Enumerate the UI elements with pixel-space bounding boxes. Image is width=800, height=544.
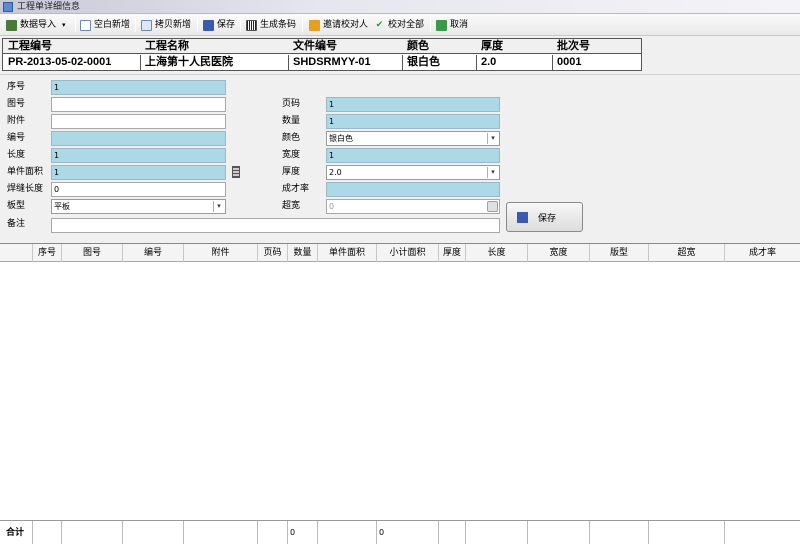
total-subtotal-area: 0	[377, 521, 439, 544]
header-project-name: 工程名称	[145, 40, 189, 52]
cancel-icon	[436, 19, 447, 31]
attachment-field[interactable]	[51, 114, 226, 129]
save-icon	[517, 211, 528, 223]
total-label: 合计	[0, 521, 33, 544]
weld-length-label: 焊缝长度	[7, 184, 44, 194]
unit-area-field[interactable]: 1	[51, 165, 226, 180]
code-label: 编号	[7, 133, 26, 143]
thickness-label: 厚度	[282, 167, 301, 177]
col-header-subtotal-area[interactable]: 小计面积	[377, 244, 439, 262]
width-field[interactable]: 1	[326, 148, 500, 163]
page-field[interactable]: 1	[326, 97, 500, 112]
thickness-select[interactable]: 2.0 ▾	[326, 165, 500, 180]
new-document-icon	[80, 19, 91, 31]
overwidth-dropdown-button[interactable]	[487, 201, 498, 212]
app-icon	[3, 2, 13, 12]
quantity-label: 数量	[282, 116, 301, 126]
grid-header: 序号 图号 编号 附件 页码 数量 单件面积 小计面积 厚度 长度 宽度 版型 …	[0, 244, 800, 262]
col-header-quantity[interactable]: 数量	[288, 244, 318, 262]
window-title: 工程单详细信息	[17, 2, 81, 12]
project-name-value: 上海第十人民医院	[145, 56, 233, 68]
checkmark-icon: ✔	[375, 19, 384, 30]
file-no-value: SHDSRMYY-01	[293, 56, 371, 68]
cancel-button[interactable]: 取消	[436, 17, 468, 33]
col-header-attachment[interactable]: 附件	[184, 244, 258, 262]
length-field[interactable]: 1	[51, 148, 226, 163]
col-header-length[interactable]: 长度	[466, 244, 528, 262]
width-label: 宽度	[282, 150, 301, 160]
chevron-down-icon[interactable]: ▾	[213, 201, 224, 212]
toolbar-save-button[interactable]: 保存	[203, 17, 235, 33]
plate-type-select[interactable]: 平板 ▾	[51, 199, 226, 214]
grid-total-row: 合计 0 0	[0, 520, 800, 544]
remark-label: 备注	[7, 219, 26, 229]
thickness-value: 2.0	[481, 56, 497, 68]
col-header-thickness[interactable]: 厚度	[439, 244, 466, 262]
code-field[interactable]	[51, 131, 226, 146]
color-select[interactable]: 银白色 ▾	[326, 131, 500, 146]
color-label: 颜色	[282, 133, 301, 143]
calculator-icon[interactable]	[232, 166, 240, 178]
col-header-width[interactable]: 宽度	[528, 244, 590, 262]
check-all-button[interactable]: ✔ 校对全部	[374, 17, 424, 33]
toolbar: 数据导入 ▾ 空白新增 拷贝新增 保存 生成条码 邀请校对人 ✔ 校对全部 取消	[0, 14, 800, 36]
unit-area-label: 单件面积	[7, 167, 44, 177]
drawing-no-field[interactable]	[51, 97, 226, 112]
generate-barcode-button[interactable]: 生成条码	[246, 17, 296, 33]
remark-field[interactable]	[51, 218, 500, 233]
yield-rate-field[interactable]	[326, 182, 500, 197]
overwidth-label: 超宽	[282, 201, 301, 211]
detail-grid[interactable]: 序号 图号 编号 附件 页码 数量 单件面积 小计面积 厚度 长度 宽度 版型 …	[0, 243, 800, 544]
col-header-seq[interactable]: 序号	[33, 244, 62, 262]
header-color: 颜色	[407, 40, 429, 52]
attachment-label: 附件	[7, 116, 26, 126]
total-quantity: 0	[288, 521, 318, 544]
plate-type-label: 板型	[7, 201, 26, 211]
header-project-no: 工程编号	[8, 40, 52, 52]
col-header-version-type[interactable]: 版型	[590, 244, 649, 262]
weld-length-field[interactable]: 0	[51, 182, 226, 197]
user-icon	[309, 19, 320, 31]
header-batch-no: 批次号	[557, 40, 590, 52]
copy-icon	[141, 19, 152, 31]
col-header-page[interactable]: 页码	[258, 244, 288, 262]
save-icon	[203, 19, 214, 31]
invite-proofreader-button[interactable]: 邀请校对人	[309, 17, 368, 33]
col-header-unit-area[interactable]: 单件面积	[318, 244, 377, 262]
row-header-corner	[0, 244, 33, 262]
drawing-no-label: 图号	[7, 99, 26, 109]
batch-no-value: 0001	[557, 56, 582, 68]
barcode-icon	[246, 19, 257, 31]
color-value: 银白色	[407, 56, 440, 68]
seq-field[interactable]: 1	[51, 80, 226, 95]
yield-rate-label: 成才率	[282, 184, 310, 194]
chevron-down-icon[interactable]: ▾	[487, 133, 498, 144]
overwidth-field[interactable]: 0	[326, 199, 500, 214]
col-header-code[interactable]: 编号	[123, 244, 184, 262]
dropdown-arrow-icon[interactable]: ▾	[62, 17, 66, 33]
copy-new-button[interactable]: 拷贝新增	[141, 17, 191, 33]
blank-new-button[interactable]: 空白新增	[80, 17, 130, 33]
col-header-yield-rate[interactable]: 成才率	[725, 244, 800, 262]
seq-label: 序号	[7, 82, 26, 92]
length-label: 长度	[7, 150, 26, 160]
col-header-drawing-no[interactable]: 图号	[62, 244, 123, 262]
header-file-no: 文件编号	[293, 40, 337, 52]
import-icon	[6, 19, 17, 31]
quantity-field[interactable]: 1	[326, 114, 500, 129]
col-header-overwidth[interactable]: 超宽	[649, 244, 725, 262]
form-save-button[interactable]: 保存	[506, 202, 583, 232]
title-bar: 工程单详细信息	[0, 0, 800, 14]
page-label: 页码	[282, 99, 301, 109]
chevron-down-icon[interactable]: ▾	[487, 167, 498, 178]
project-no-value: PR-2013-05-02-0001	[8, 56, 112, 68]
header-thickness: 厚度	[481, 40, 503, 52]
project-info-table: 工程编号 工程名称 文件编号 颜色 厚度 批次号 PR-2013-05-02-0…	[2, 38, 642, 71]
import-button[interactable]: 数据导入 ▾	[6, 17, 66, 33]
